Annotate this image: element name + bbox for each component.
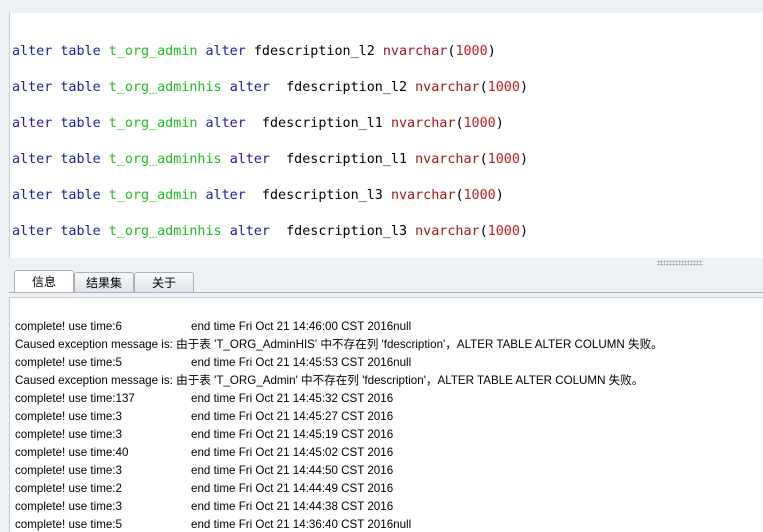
paren: ) bbox=[519, 224, 528, 239]
paren: ( bbox=[455, 188, 464, 203]
log-error-message: Caused exception message is: 由于表 'T_ORG_… bbox=[15, 374, 644, 387]
keyword: table bbox=[60, 80, 101, 95]
paren: ) bbox=[519, 80, 528, 95]
log-end-time: end time Fri Oct 21 14:45:02 CST 2016 bbox=[191, 446, 394, 459]
keyword: alter bbox=[229, 224, 270, 239]
log-use-time: complete! use time:3 bbox=[15, 410, 122, 423]
tab-result-set[interactable]: 结果集 bbox=[74, 272, 134, 292]
log-use-time: complete! use time:3 bbox=[15, 428, 122, 441]
data-type: nvarchar bbox=[415, 224, 480, 239]
number: 1000 bbox=[487, 80, 520, 95]
table-name: t_org_admin bbox=[108, 44, 198, 59]
log-end-time: end time Fri Oct 21 14:46:00 CST 2016nul… bbox=[191, 320, 412, 333]
keyword: table bbox=[60, 224, 101, 239]
data-type: nvarchar bbox=[382, 44, 448, 59]
paren: ) bbox=[519, 152, 528, 167]
keyword: alter bbox=[12, 80, 53, 95]
code-line: alter table t_org_admin alter fdescripti… bbox=[12, 44, 496, 60]
log-end-time: end time Fri Oct 21 14:45:32 CST 2016 bbox=[191, 392, 394, 405]
paren: ( bbox=[479, 80, 488, 95]
sql-editor[interactable]: alter table t_org_admin alter fdescripti… bbox=[9, 13, 763, 258]
tab-about[interactable]: 关于 bbox=[134, 272, 194, 292]
paren: ( bbox=[455, 116, 464, 131]
number: 1000 bbox=[455, 44, 488, 59]
number: 1000 bbox=[487, 152, 520, 167]
keyword: alter bbox=[12, 44, 53, 59]
log-end-time: end time Fri Oct 21 14:45:27 CST 2016 bbox=[191, 410, 394, 423]
log-use-time: complete! use time:6 bbox=[15, 320, 122, 333]
code-line: alter table t_org_adminhis alter fdescri… bbox=[12, 152, 528, 168]
log-end-time: end time Fri Oct 21 14:44:38 CST 2016 bbox=[191, 500, 394, 513]
result-tabbar: 信息 结果集 关于 bbox=[9, 268, 763, 293]
data-type: nvarchar bbox=[390, 188, 456, 203]
keyword: alter bbox=[205, 44, 246, 59]
tab-divider bbox=[9, 292, 763, 293]
keyword: alter bbox=[229, 80, 270, 95]
paren: ( bbox=[479, 152, 488, 167]
log-end-time: end time Fri Oct 21 14:45:53 CST 2016nul… bbox=[191, 356, 412, 369]
table-name: t_org_adminhis bbox=[108, 152, 222, 167]
log-end-time: end time Fri Oct 21 14:44:50 CST 2016 bbox=[191, 464, 394, 477]
code-line: alter table t_org_adminhis alter fdescri… bbox=[12, 80, 528, 96]
data-type: nvarchar bbox=[415, 80, 480, 95]
table-name: t_org_admin bbox=[108, 188, 198, 203]
keyword: alter bbox=[12, 116, 53, 131]
log-use-time: complete! use time:3 bbox=[15, 500, 122, 513]
keyword: alter bbox=[12, 224, 53, 239]
paren: ) bbox=[495, 116, 504, 131]
keyword: alter bbox=[12, 152, 53, 167]
keyword: alter bbox=[205, 116, 246, 131]
log-use-time: complete! use time:2 bbox=[15, 482, 122, 495]
log-error-message: Caused exception message is: 由于表 'T_ORG_… bbox=[15, 338, 663, 351]
pane-splitter[interactable] bbox=[0, 258, 763, 268]
code-line: alter table t_org_adminhis alter fdescri… bbox=[12, 224, 528, 240]
paren: ( bbox=[479, 224, 488, 239]
column-name: fdescription_l1 bbox=[278, 152, 408, 167]
data-type: nvarchar bbox=[390, 116, 456, 131]
code-line: alter table t_org_admin alter fdescripti… bbox=[12, 188, 504, 204]
data-type: nvarchar bbox=[415, 152, 480, 167]
keyword: alter bbox=[229, 152, 270, 167]
log-end-time: end time Fri Oct 21 14:44:49 CST 2016 bbox=[191, 482, 394, 495]
drag-handle-icon[interactable] bbox=[657, 260, 703, 266]
log-use-time: complete! use time:5 bbox=[15, 356, 122, 369]
keyword: table bbox=[60, 188, 101, 203]
keyword: table bbox=[60, 116, 101, 131]
column-name: fdescription_l3 bbox=[253, 188, 383, 203]
keyword: alter bbox=[12, 188, 53, 203]
log-use-time: complete! use time:40 bbox=[15, 446, 129, 459]
message-console[interactable]: complete! use time:6 end time Fri Oct 21 … bbox=[9, 297, 763, 532]
paren: ) bbox=[495, 188, 504, 203]
log-end-time: end time Fri Oct 21 14:36:40 CST 2016nul… bbox=[191, 518, 412, 531]
number: 1000 bbox=[463, 116, 496, 131]
table-name: t_org_adminhis bbox=[108, 224, 222, 239]
tab-info[interactable]: 信息 bbox=[14, 270, 74, 293]
log-use-time: complete! use time:137 bbox=[15, 392, 135, 405]
number: 1000 bbox=[487, 224, 520, 239]
table-name: t_org_adminhis bbox=[108, 80, 222, 95]
code-line: alter table t_org_admin alter fdescripti… bbox=[12, 116, 504, 132]
column-name: fdescription_l2 bbox=[278, 80, 408, 95]
log-use-time: complete! use time:5 bbox=[15, 518, 122, 531]
keyword: alter bbox=[205, 188, 246, 203]
table-name: t_org_admin bbox=[108, 116, 198, 131]
log-end-time: end time Fri Oct 21 14:45:19 CST 2016 bbox=[191, 428, 394, 441]
log-use-time: complete! use time:3 bbox=[15, 464, 122, 477]
number: 1000 bbox=[463, 188, 496, 203]
column-name: fdescription_l1 bbox=[253, 116, 383, 131]
paren: ) bbox=[487, 44, 496, 59]
column-name: fdescription_l2 bbox=[253, 44, 375, 59]
keyword: table bbox=[60, 44, 101, 59]
column-name: fdescription_l3 bbox=[278, 224, 408, 239]
keyword: table bbox=[60, 152, 101, 167]
